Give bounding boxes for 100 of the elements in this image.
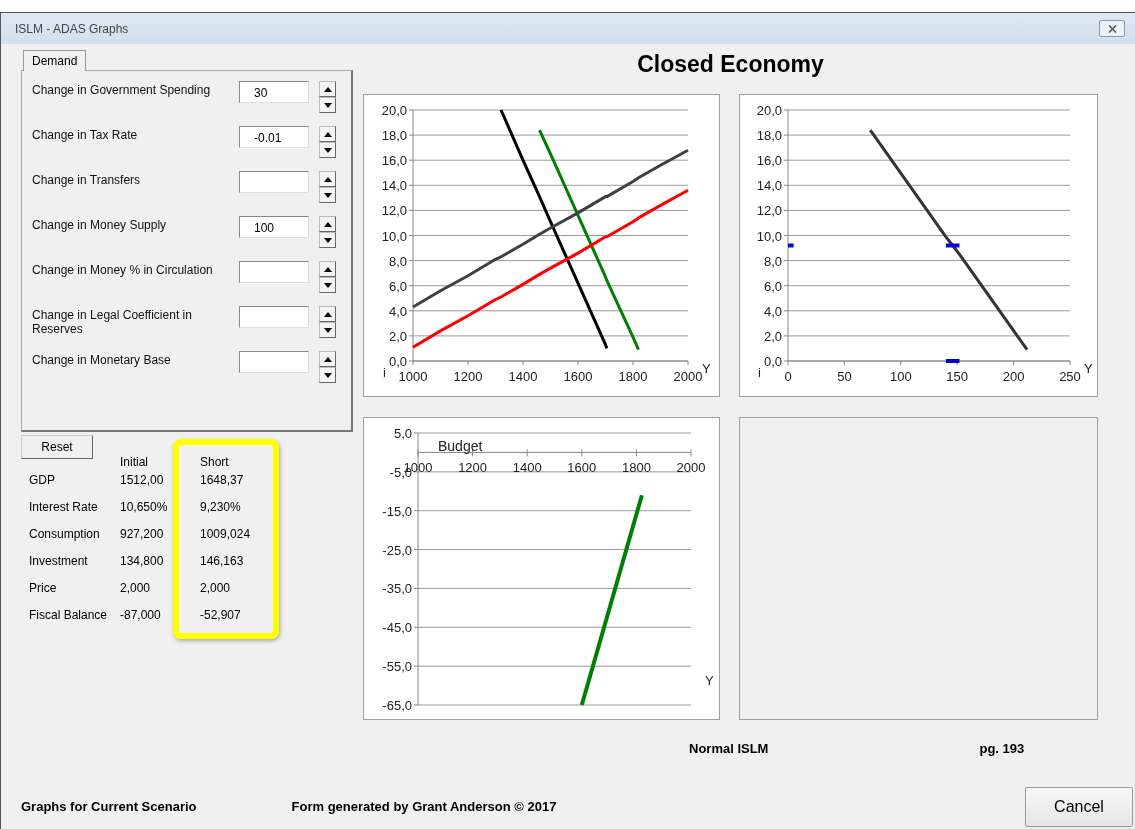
field-label: Change in Transfers <box>32 172 142 187</box>
axis-tick-label: 10,0 <box>381 228 407 244</box>
axis-tick-label: 12,0 <box>381 203 407 219</box>
up-arrow-icon <box>323 356 332 362</box>
axis-title: Y <box>702 361 711 376</box>
axis-tick-label: 16,0 <box>381 153 407 169</box>
axis-tick-label: -65,0 <box>382 698 412 713</box>
spin-down-button[interactable] <box>319 142 336 158</box>
input-field[interactable]: 30 <box>239 81 309 103</box>
spin-up-button[interactable] <box>319 81 336 97</box>
row-label: Price <box>29 580 58 597</box>
down-arrow-icon <box>323 327 332 333</box>
model-label: Normal ISLM <box>689 741 769 756</box>
spin-down-button[interactable] <box>319 187 336 203</box>
row-label: Interest Rate <box>29 499 99 516</box>
up-arrow-icon <box>323 131 332 137</box>
row-label: Investment <box>29 553 89 570</box>
spin-up-button[interactable] <box>319 351 336 367</box>
axis-tick-label: 50 <box>837 369 852 384</box>
input-field[interactable] <box>239 261 309 283</box>
spin-up-button[interactable] <box>319 306 336 322</box>
column-header: Initial <box>120 454 149 471</box>
down-arrow-icon <box>323 282 332 288</box>
input-field[interactable] <box>239 171 309 193</box>
axis-tick-label: 12,0 <box>756 203 782 219</box>
input-field[interactable]: -0.01 <box>239 126 309 148</box>
axis-tick-label: -15,0 <box>382 503 412 519</box>
axis-tick-label: -45,0 <box>382 620 412 636</box>
field-label: Change in Money % in Circulation <box>32 262 214 277</box>
table-cell-text: -87,000 <box>120 607 162 624</box>
up-arrow-icon <box>323 311 332 317</box>
row-label: GDP <box>29 472 56 489</box>
axis-tick-label: 16,0 <box>756 153 782 169</box>
spin-up-button[interactable] <box>319 126 336 142</box>
axis-title: Y <box>705 673 714 688</box>
table-cell-text: -52,907 <box>200 607 242 624</box>
column-header: Short <box>200 454 230 471</box>
axis-tick-label: 14,0 <box>381 178 407 194</box>
axis-tick-label: 2,0 <box>388 328 407 344</box>
axis-tick-label: 1800 <box>618 369 648 384</box>
table-cell-text: 927,200 <box>120 526 165 543</box>
axis-tick-label: -55,0 <box>382 659 412 675</box>
table-cell-text: 1512,00 <box>120 472 165 489</box>
down-arrow-icon <box>323 192 332 198</box>
axis-tick-label: 2000 <box>673 369 703 384</box>
cancel-button[interactable]: Cancel <box>1025 786 1133 827</box>
down-arrow-icon <box>323 372 332 378</box>
axis-tick-label: 1400 <box>508 369 538 384</box>
table-cell-text: 134,800 <box>120 553 165 570</box>
axis-tick-label: 18,0 <box>756 128 782 144</box>
row-label: Fiscal Balance <box>29 607 109 624</box>
axis-tick-label: 20,0 <box>756 103 782 118</box>
input-field[interactable] <box>239 351 309 373</box>
table-cell-text: 1009,024 <box>200 526 252 543</box>
close-button[interactable] <box>1099 20 1125 37</box>
axis-tick-label: 4,0 <box>763 303 782 319</box>
axis-tick-label: 1800 <box>621 460 651 476</box>
reset-button[interactable]: Reset <box>21 435 93 459</box>
spin-up-button[interactable] <box>319 216 336 232</box>
input-field[interactable] <box>239 306 309 328</box>
axis-tick-label: 14,0 <box>756 178 782 194</box>
spin-down-button[interactable] <box>319 232 336 248</box>
window-title: ISLM - ADAS Graphs <box>15 21 129 36</box>
spin-down-button[interactable] <box>319 97 336 113</box>
axis-tick-label: 10,0 <box>756 228 782 244</box>
axis-tick-label: 1600 <box>567 460 597 476</box>
input-field[interactable]: 100 <box>239 216 309 238</box>
chart-title: Budget <box>438 438 483 454</box>
chart-line <box>945 359 960 363</box>
axis-tick-label: 5,0 <box>393 426 412 441</box>
axis-tick-label: 6,0 <box>763 278 782 294</box>
spin-up-button[interactable] <box>319 261 336 277</box>
axis-title: i <box>758 365 761 380</box>
down-arrow-icon <box>323 147 332 153</box>
axis-tick-label: 8,0 <box>763 253 782 269</box>
axis-tick-label: 2000 <box>676 460 706 476</box>
axis-tick-label: 1000 <box>398 369 428 384</box>
axis-tick-label: 2,0 <box>763 328 782 344</box>
field-label: Change in Monetary Base <box>32 352 172 367</box>
axis-tick-label: 0,0 <box>763 354 782 369</box>
up-arrow-icon <box>323 266 332 272</box>
spin-down-button[interactable] <box>319 277 336 293</box>
axis-tick-label: 1400 <box>512 460 542 476</box>
field-label: Change in Tax Rate <box>32 127 139 142</box>
axis-tick-label: 4,0 <box>388 303 407 319</box>
up-arrow-icon <box>323 176 332 182</box>
field-label: Change in Legal Coefficient in Reserves <box>32 307 193 336</box>
axis-tick-label: 6,0 <box>388 278 407 294</box>
axis-tick-label: 8,0 <box>388 253 407 269</box>
tab[interactable]: Demand <box>23 50 87 71</box>
close-icon <box>1107 24 1117 33</box>
up-arrow-icon <box>323 221 332 227</box>
spin-down-button[interactable] <box>319 367 336 383</box>
axis-tick-label: 20,0 <box>381 103 407 118</box>
spin-down-button[interactable] <box>319 322 336 338</box>
axis-tick-label: -25,0 <box>382 542 412 558</box>
credit-text: Form generated by Grant Anderson © 2017 <box>291 799 557 814</box>
table-cell-text: 2,000 <box>120 580 152 597</box>
axis-title: Y <box>1084 361 1093 376</box>
spin-up-button[interactable] <box>319 171 336 187</box>
